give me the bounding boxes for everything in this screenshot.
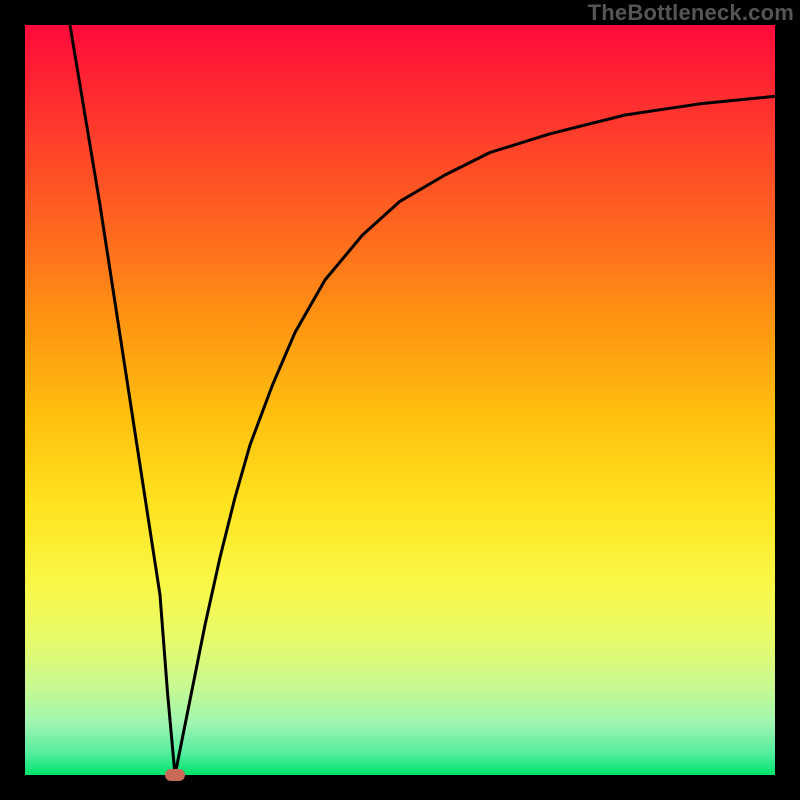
plot-area bbox=[25, 25, 775, 775]
bottleneck-curve bbox=[25, 25, 775, 775]
optimum-marker bbox=[165, 769, 185, 781]
watermark-text: TheBottleneck.com bbox=[588, 0, 794, 26]
chart-frame: TheBottleneck.com bbox=[0, 0, 800, 800]
